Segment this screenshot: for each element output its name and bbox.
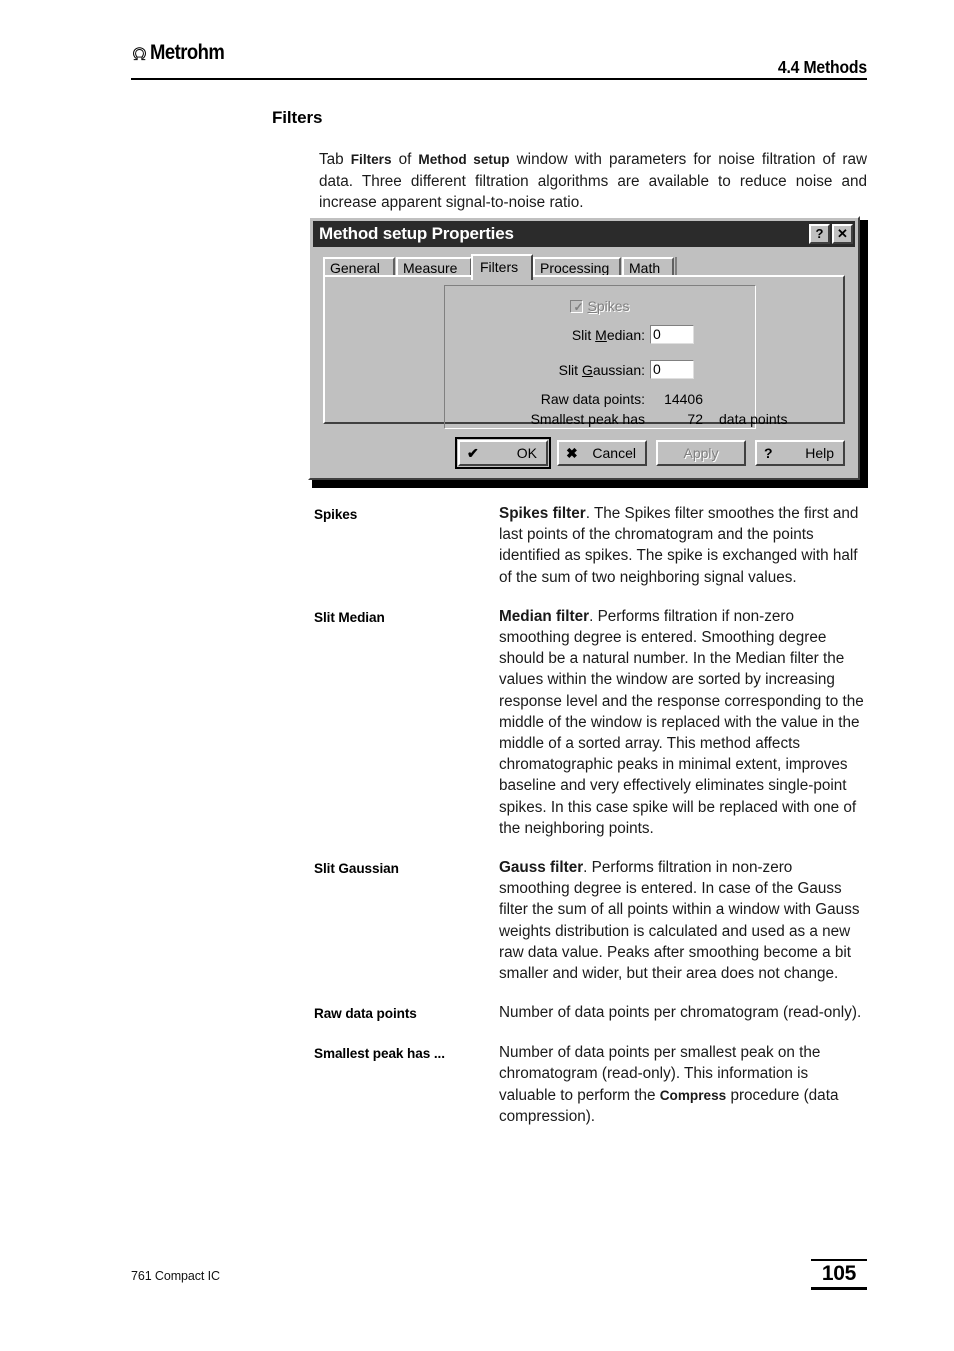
definition-term-smallest-peak: Smallest peak has ... (314, 1046, 445, 1062)
definition-term-raw-data-points: Raw data points (314, 1006, 417, 1022)
definition-desc-slit-median: Median filter. Performs filtration if no… (499, 606, 867, 839)
method-setup-dialog-figure: Method setup Properties ? ✕ General Meas… (308, 216, 868, 488)
parameter-definition-list: Spikes Spikes filter. The Spikes filter … (314, 503, 867, 1145)
slit-gaussian-input[interactable]: 0 (650, 360, 694, 379)
dialog-button-bar: ✔ OK ✖ Cancel Apply ? Help (310, 437, 845, 469)
brand-logo: Metrohm (131, 42, 234, 64)
definition-desc-spikes-bold: Spikes filter (499, 505, 586, 522)
definition-desc-spikes: Spikes filter. The Spikes filter smoothe… (499, 503, 867, 588)
question-icon: ? (764, 445, 773, 461)
definition-desc-compress-bold: Compress (659, 1087, 727, 1103)
tab-filters[interactable]: Filters (471, 254, 533, 280)
page-title: Filters (272, 108, 323, 127)
intro-mid: of (391, 151, 419, 169)
slit-gaussian-mnemonic: G (581, 361, 593, 378)
omega-logo-icon (131, 45, 148, 62)
intro-prefix: Tab (319, 151, 351, 169)
definition-desc-raw-data-points: Number of data points per chromatogram (… (499, 1004, 862, 1022)
dialog-title: Method setup Properties (319, 224, 514, 243)
spikes-label-rest: pikes (596, 298, 630, 314)
filters-tab-page: ✓ Spikes Slit Median: 0 Slit Gaussian: 0 (323, 275, 845, 429)
definition-row-smallest-peak: Smallest peak has ... Number of data poi… (314, 1042, 867, 1127)
smallest-peak-row: Smallest peak has 72 data points (477, 411, 788, 427)
smallest-peak-unit: data points (719, 411, 788, 427)
definition-row-raw-data-points: Raw data points Number of data points pe… (314, 1002, 867, 1024)
slit-gaussian-label-post: aussian: (592, 361, 645, 378)
slit-gaussian-label-pre: Slit (558, 361, 582, 378)
smallest-peak-value: 72 (687, 411, 703, 427)
raw-data-points-row: Raw data points: 14406 (477, 391, 703, 407)
definition-desc-smallest-peak: Number of data points per smallest peak … (499, 1042, 867, 1127)
page-number: 105 (821, 1262, 857, 1285)
method-setup-properties-dialog: Method setup Properties ? ✕ General Meas… (308, 216, 860, 480)
smallest-peak-label: Smallest peak has (530, 411, 645, 427)
slit-median-label-post: edian: (606, 326, 645, 343)
definition-term-slit-gaussian: Slit Gaussian (314, 861, 399, 877)
help-titlebar-button[interactable]: ? (809, 224, 830, 244)
header-divider (131, 78, 867, 80)
raw-data-points-value: 14406 (664, 391, 703, 407)
definition-desc-slit-gaussian-bold: Gauss filter (499, 859, 584, 877)
definition-row-slit-median: Slit Median Median filter. Performs filt… (314, 606, 867, 839)
filters-groupbox: ✓ Spikes Slit Median: 0 Slit Gaussian: 0 (444, 285, 788, 429)
slit-median-label-pre: Slit (571, 326, 596, 343)
check-icon: ✔ (467, 445, 479, 461)
ok-button[interactable]: ✔ OK (455, 437, 551, 469)
apply-button-label: Apply (683, 445, 719, 461)
page-number-block: 105 (811, 1259, 867, 1290)
intro-bold-filters: Filters (350, 152, 392, 168)
definition-desc-slit-gaussian: Gauss filter. Performs filtration in non… (499, 857, 867, 984)
titlebar-button-group: ? ✕ (809, 224, 855, 244)
cancel-button[interactable]: ✖ Cancel (557, 440, 647, 466)
close-titlebar-button[interactable]: ✕ (832, 224, 853, 244)
checkmark-icon: ✓ (573, 299, 584, 314)
header-section-reference: 4.4 Methods (777, 57, 867, 77)
help-button-label: Help (805, 445, 834, 461)
definition-term-spikes: Spikes (314, 507, 358, 522)
slit-median-label: Slit Median: (477, 327, 650, 343)
spikes-checkbox-row: ✓ Spikes (445, 298, 755, 314)
definition-row-slit-gaussian: Slit Gaussian Gauss filter. Performs fil… (314, 857, 867, 984)
definition-desc-slit-median-rest: . Performs filtration if non-zero smooth… (499, 607, 864, 837)
slit-median-row: Slit Median: 0 (477, 325, 694, 344)
slit-median-mnemonic: M (595, 326, 607, 343)
intro-bold-method-setup: Method setup (418, 152, 510, 168)
brand-name: Metrohm (150, 41, 225, 64)
cross-icon: ✖ (566, 445, 578, 461)
page-header: Metrohm 4.4 Methods (131, 42, 867, 78)
cancel-button-label: Cancel (592, 445, 636, 461)
intro-paragraph: Tab Filters of Method setup window with … (319, 149, 867, 214)
definition-desc-slit-median-bold: Median filter (499, 607, 590, 625)
help-button[interactable]: ? Help (755, 440, 845, 466)
slit-gaussian-row: Slit Gaussian: 0 (477, 360, 694, 379)
definition-row-spikes: Spikes Spikes filter. The Spikes filter … (314, 503, 867, 588)
spikes-checkbox[interactable]: ✓ (570, 299, 584, 314)
definition-desc-slit-gaussian-rest: . Performs filtration in non-zero smooth… (499, 859, 860, 983)
slit-gaussian-label: Slit Gaussian: (477, 362, 650, 378)
dialog-titlebar: Method setup Properties ? ✕ (313, 221, 855, 247)
definition-term-slit-median: Slit Median (314, 609, 385, 625)
spikes-checkbox-label: Spikes (587, 298, 629, 314)
raw-data-points-label: Raw data points: (540, 391, 645, 407)
footer-product-name: 761 Compact IC (131, 1269, 220, 1283)
slit-median-input[interactable]: 0 (650, 325, 694, 344)
document-page: Metrohm 4.4 Methods Filters Tab Filters … (0, 0, 954, 1351)
ok-button-label: OK (516, 445, 537, 461)
apply-button: Apply (656, 440, 746, 466)
page-number-rule-bottom (811, 1287, 867, 1290)
spikes-mnemonic: S (587, 298, 597, 314)
